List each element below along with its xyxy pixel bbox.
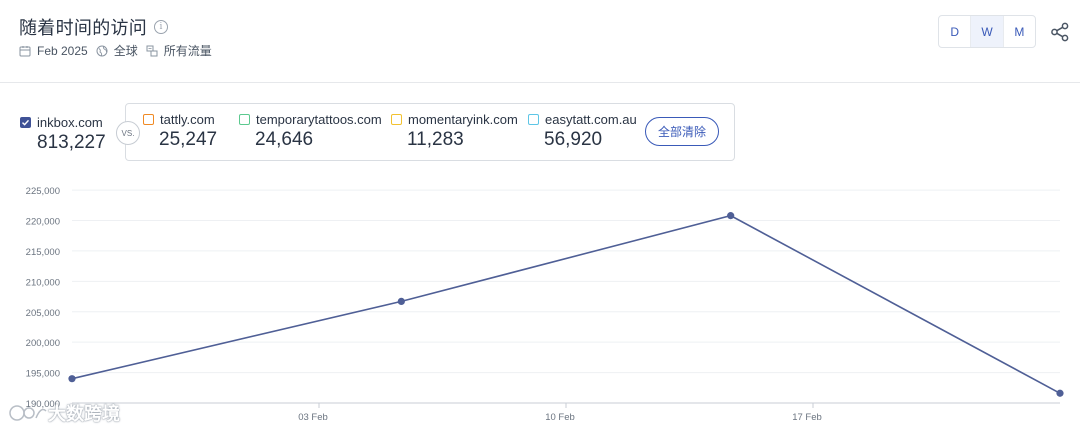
y-tick-label: 225,000 xyxy=(26,186,60,197)
checkbox-icon[interactable] xyxy=(528,114,539,125)
y-tick-label: 220,000 xyxy=(26,217,60,228)
y-tick-label: 195,000 xyxy=(26,369,60,380)
y-tick-label: 205,000 xyxy=(26,308,60,319)
watermark-logo-icon xyxy=(9,405,47,421)
checkbox-icon[interactable] xyxy=(391,114,402,125)
data-point xyxy=(397,297,405,306)
share-icon[interactable] xyxy=(1050,22,1070,42)
competitor-domain: momentaryink.com xyxy=(408,112,518,127)
series-line xyxy=(71,214,1061,394)
competitor-domain: easytatt.com.au xyxy=(545,112,637,127)
competitor-visits: 11,283 xyxy=(407,129,464,150)
main-site-domain: inkbox.com xyxy=(37,115,103,130)
date-filter[interactable]: Feb 2025 xyxy=(19,44,88,58)
data-point xyxy=(68,375,76,383)
competitor-visits: 56,920 xyxy=(544,129,603,150)
traffic-source-icon xyxy=(146,45,158,56)
info-icon[interactable]: i xyxy=(154,20,169,34)
title-text: 随着时间的访问 xyxy=(19,18,148,38)
granularity-month-button[interactable]: M xyxy=(1002,16,1035,47)
data-point xyxy=(727,212,735,220)
checkbox-checked-icon[interactable] xyxy=(20,117,31,128)
checkbox-icon[interactable] xyxy=(239,114,250,125)
region-label: 全球 xyxy=(113,44,138,58)
competitor-item[interactable]: tattly.com 25,247 xyxy=(143,112,217,151)
competitor-legend: tattly.com 25,247 temporarytattoos.com 2… xyxy=(125,103,735,161)
y-tick-label: 210,000 xyxy=(26,277,60,288)
filter-summary: Feb 2025 全球 所有流量 xyxy=(19,42,220,59)
visits-line-chart: 190,000195,000200,000205,000210,000215,0… xyxy=(26,186,1064,423)
y-tick-label: 200,000 xyxy=(26,338,60,349)
competitor-domain: tattly.com xyxy=(160,112,215,127)
competitor-item[interactable]: temporarytattoos.com 24,646 xyxy=(239,112,382,151)
main-site-visits: 813,227 xyxy=(37,132,106,153)
y-tick-label: 215,000 xyxy=(26,247,60,258)
clear-all-button[interactable]: 全部清除 xyxy=(645,117,719,146)
competitor-domain: temporarytattoos.com xyxy=(256,112,382,127)
page-title: 随着时间的访问 i xyxy=(19,14,169,40)
vs-badge: VS. xyxy=(116,121,140,145)
data-point xyxy=(1056,389,1064,397)
granularity-toggle: D W M xyxy=(938,15,1036,48)
granularity-day-button[interactable]: D xyxy=(939,16,970,47)
competitor-item[interactable]: momentaryink.com 11,283 xyxy=(391,112,518,151)
competitor-visits: 25,247 xyxy=(159,129,218,150)
x-tick-label: 17 Feb xyxy=(792,412,822,423)
region-filter[interactable]: 全球 xyxy=(96,42,138,59)
checkbox-icon[interactable] xyxy=(143,114,154,125)
watermark-text: 大数跨境 xyxy=(48,404,120,424)
competitor-item[interactable]: easytatt.com.au 56,920 xyxy=(528,112,637,151)
granularity-week-button[interactable]: W xyxy=(970,16,1003,47)
traffic-label: 所有流量 xyxy=(163,44,212,58)
globe-icon xyxy=(96,45,108,56)
main-site-legend[interactable]: inkbox.com 813,227 xyxy=(20,115,106,154)
traffic-filter[interactable]: 所有流量 xyxy=(146,42,212,59)
competitor-visits: 24,646 xyxy=(255,129,314,150)
calendar-icon xyxy=(19,45,31,56)
watermark: 大数跨境 xyxy=(8,400,120,426)
header-divider xyxy=(0,82,1080,83)
x-tick-label: 10 Feb xyxy=(545,412,575,423)
x-tick-label: 03 Feb xyxy=(298,412,328,423)
date-label: Feb 2025 xyxy=(37,43,88,58)
